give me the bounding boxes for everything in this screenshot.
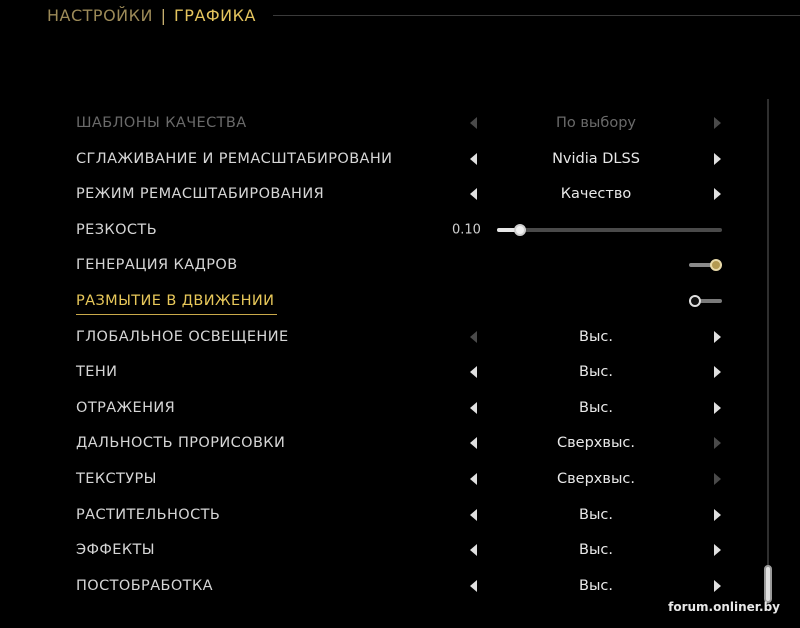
arrow-left-icon <box>470 117 477 129</box>
setting-row[interactable]: РЕЖИМ РЕМАСШТАБИРОВАНИЯ Качество <box>0 176 760 212</box>
setting-value: Выс. <box>579 506 613 523</box>
setting-value: Качество <box>560 186 632 203</box>
setting-row[interactable]: ГЕНЕРАЦИЯ КАДРОВ <box>0 247 760 283</box>
slider-value: 0.10 <box>452 222 481 238</box>
scrollbar-track[interactable] <box>767 99 769 604</box>
sharpness-slider[interactable] <box>497 223 722 236</box>
setting-label: ЭФФЕКТЫ <box>76 542 155 559</box>
setting-value: Выс. <box>579 364 613 381</box>
arrow-right-icon[interactable] <box>714 152 721 165</box>
setting-row[interactable]: ТЕНИ Выс. <box>0 354 760 390</box>
setting-value: Выс. <box>579 328 613 345</box>
setting-row[interactable]: ТЕКСТУРЫ Сверхвыс. <box>0 461 760 497</box>
setting-row[interactable]: ДАЛЬНОСТЬ ПРОРИСОВКИ Сверхвыс. <box>0 425 760 461</box>
setting-value: Выс. <box>579 542 613 559</box>
arrow-left-icon[interactable] <box>470 366 477 379</box>
setting-label: ГЛОБАЛЬНОЕ ОСВЕЩЕНИЕ <box>76 328 289 345</box>
setting-label: ДАЛЬНОСТЬ ПРОРИСОВКИ <box>76 435 286 452</box>
arrow-left-icon[interactable] <box>470 188 477 201</box>
setting-row[interactable]: ПОСТОБРАБОТКА Выс. <box>0 568 760 604</box>
setting-label: РАСТИТЕЛЬНОСТЬ <box>76 506 221 523</box>
watermark: forum.onliner.by <box>668 600 780 614</box>
slider-thumb[interactable] <box>513 223 526 236</box>
arrow-left-icon[interactable] <box>470 401 477 414</box>
breadcrumb-current: ГРАФИКА <box>174 6 256 25</box>
setting-label: РЕЗКОСТЬ <box>76 221 158 238</box>
arrow-right-icon[interactable] <box>714 401 721 414</box>
arrow-right-icon <box>714 437 721 450</box>
arrow-left-icon[interactable] <box>470 473 477 485</box>
setting-row[interactable]: ОТРАЖЕНИЯ Выс. <box>0 390 760 426</box>
setting-row[interactable]: ШАБЛОНЫ КАЧЕСТВА По выбору <box>0 105 760 141</box>
breadcrumb-parent[interactable]: НАСТРОЙКИ <box>47 6 153 25</box>
arrow-right-icon[interactable] <box>714 330 721 343</box>
setting-label: РЕЖИМ РЕМАСШТАБИРОВАНИЯ <box>76 186 325 203</box>
breadcrumb: НАСТРОЙКИ | ГРАФИКА <box>47 6 256 25</box>
setting-value: Сверхвыс. <box>557 435 635 452</box>
toggle-switch[interactable] <box>689 295 722 307</box>
setting-value: Выс. <box>579 577 613 594</box>
arrow-right-icon[interactable] <box>714 579 721 592</box>
setting-value: Сверхвыс. <box>557 471 635 487</box>
active-row-underline <box>76 314 277 315</box>
arrow-left-icon <box>470 330 477 343</box>
setting-row[interactable]: РАЗМЫТИЕ В ДВИЖЕНИИ <box>0 283 760 319</box>
arrow-left-icon[interactable] <box>470 544 477 557</box>
header-divider <box>273 15 800 16</box>
setting-value: По выбору <box>556 115 636 131</box>
scrollbar-thumb[interactable] <box>764 565 772 603</box>
setting-label: ОТРАЖЕНИЯ <box>76 399 176 416</box>
setting-label: ПОСТОБРАБОТКА <box>76 577 213 594</box>
setting-label: ГЕНЕРАЦИЯ КАДРОВ <box>76 257 238 274</box>
setting-row[interactable]: СГЛАЖИВАНИЕ И РЕМАСШТАБИРОВАНИ Nvidia DLS… <box>0 141 760 177</box>
setting-value: Nvidia DLSS <box>552 150 640 167</box>
setting-label: ТЕКСТУРЫ <box>76 471 157 487</box>
arrow-left-icon[interactable] <box>470 579 477 592</box>
arrow-right-icon[interactable] <box>714 508 721 521</box>
arrow-right-icon <box>714 473 721 485</box>
toggle-knob <box>710 259 722 272</box>
toggle-switch[interactable] <box>689 259 722 272</box>
breadcrumb-separator: | <box>160 6 167 25</box>
setting-row[interactable]: РАСТИТЕЛЬНОСТЬ Выс. <box>0 497 760 533</box>
setting-label: ТЕНИ <box>76 364 118 381</box>
setting-row[interactable]: РЕЗКОСТЬ 0.10 <box>0 212 760 248</box>
arrow-left-icon[interactable] <box>470 437 477 450</box>
arrow-right-icon[interactable] <box>714 366 721 379</box>
setting-label: СГЛАЖИВАНИЕ И РЕМАСШТАБИРОВАНИ <box>76 150 393 167</box>
setting-value: Выс. <box>579 399 613 416</box>
arrow-left-icon[interactable] <box>470 508 477 521</box>
arrow-right-icon[interactable] <box>714 544 721 557</box>
setting-label: ШАБЛОНЫ КАЧЕСТВА <box>76 115 247 131</box>
arrow-left-icon[interactable] <box>470 152 477 165</box>
setting-row[interactable]: ГЛОБАЛЬНОЕ ОСВЕЩЕНИЕ Выс. <box>0 319 760 355</box>
setting-label: РАЗМЫТИЕ В ДВИЖЕНИИ <box>76 293 275 309</box>
setting-row[interactable]: ЭФФЕКТЫ Выс. <box>0 532 760 568</box>
arrow-right-icon[interactable] <box>714 188 721 201</box>
toggle-knob <box>689 295 701 307</box>
arrow-right-icon <box>714 117 721 129</box>
